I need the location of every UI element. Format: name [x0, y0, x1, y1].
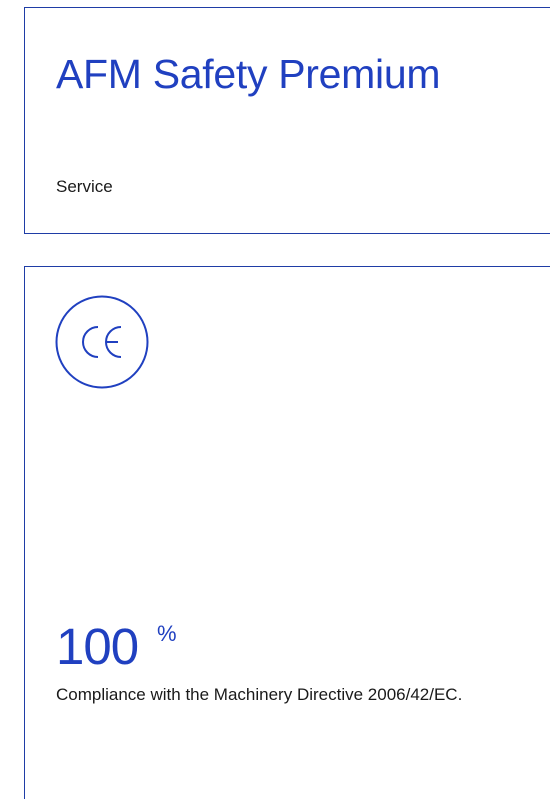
stat-caption: Compliance with the Machinery Directive … [56, 685, 463, 704]
compliance-stat-card: 100 % Compliance with the Machinery Dire… [24, 266, 550, 799]
product-subtitle: Service [56, 177, 113, 196]
ce-mark-icon [55, 295, 149, 389]
product-header-card: AFM Safety Premium Service [24, 7, 550, 234]
stat-unit: % [157, 621, 177, 646]
stat-value: 100 [56, 618, 139, 675]
product-title: AFM Safety Premium [56, 51, 441, 97]
